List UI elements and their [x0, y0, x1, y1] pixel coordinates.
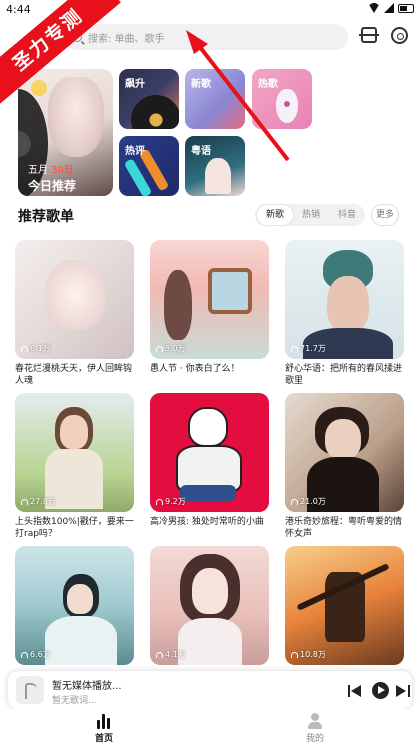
tab-douyin[interactable]: 抖音 [329, 205, 365, 225]
playlist-title: 春花烂漫桃夭天，伊人回眸钩人魂 [15, 364, 133, 386]
playlist-title: 舒心华语：把所有的春风揉进歌里 [285, 364, 403, 386]
playlist-cover: 27.8万 [15, 393, 134, 512]
play-count: 71.7万 [291, 343, 326, 354]
playlist-card[interactable]: 71.7万 舒心华语：把所有的春风揉进歌里 [285, 240, 404, 387]
category-label: 热歌 [258, 79, 278, 90]
playlist-cover: 6.1万 [15, 240, 134, 359]
playlist-card[interactable]: 9.2万 高冷男孩: 独处时常听的小曲 [150, 393, 269, 540]
headphone-icon [291, 345, 298, 352]
play-count: 10.8万 [291, 649, 326, 660]
category-tile-cantonese[interactable]: 粤语 [185, 136, 245, 196]
today-recommend-card[interactable]: 五月 30日 今日推荐 [18, 69, 113, 196]
headphone-icon [21, 498, 28, 505]
play-count: 4.1万 [156, 649, 186, 660]
cover-frame [208, 268, 252, 314]
headphone-icon [156, 498, 163, 505]
playlist-cover: 4.1万 [150, 546, 269, 665]
section-title: 推荐歌单 [18, 209, 74, 225]
today-date: 五月 30日 [28, 165, 74, 176]
playlist-cover: 5.0万 [150, 240, 269, 359]
cover-face [192, 568, 228, 614]
scan-icon[interactable] [359, 27, 379, 43]
category-label: 飙升 [125, 79, 145, 90]
playlist-cover: 6.6万 [15, 546, 134, 665]
cover-body [45, 616, 117, 665]
previous-icon[interactable] [348, 684, 362, 698]
cover-figure [45, 260, 105, 330]
category-label: 新歌 [191, 79, 211, 90]
headphone-icon [21, 345, 28, 352]
bottom-nav: 首页 我的 [0, 709, 420, 747]
playlist-card[interactable]: 27.8万 上头指数100%|戳仔，要来一打rap吗？ [15, 393, 134, 540]
category-tile-hot-comments[interactable]: 热评 [119, 136, 179, 196]
cover-face [67, 584, 93, 614]
nav-label: 首页 [94, 734, 113, 744]
more-button[interactable]: 更多 [371, 204, 399, 226]
equalizer-icon [96, 713, 112, 729]
cover-figure [164, 270, 192, 340]
crown-icon [31, 80, 47, 96]
playlist-title: 上头指数100%|戳仔，要来一打rap吗？ [15, 517, 134, 539]
category-label: 粤语 [191, 146, 211, 157]
cover-face [60, 415, 88, 449]
nav-item-home[interactable]: 首页 [74, 713, 134, 744]
playlist-tabs: 新歌 热销 抖音 [255, 204, 365, 226]
search-placeholder: 搜索: 单曲、歌手 [88, 33, 165, 45]
tab-hot[interactable]: 热销 [293, 205, 329, 225]
signal-icon [384, 3, 394, 13]
play-icon[interactable] [372, 682, 389, 699]
headphone-icon [291, 498, 298, 505]
play-count: 6.1万 [21, 343, 51, 354]
battery-icon [398, 3, 414, 13]
headphone-icon [291, 651, 298, 658]
music-note-icon [16, 676, 44, 704]
playlist-card[interactable]: 6.1万 春花烂漫桃夭天，伊人回眸钩人魂 [15, 240, 134, 387]
play-count: 6.6万 [21, 649, 51, 660]
play-count: 21.0万 [291, 496, 326, 507]
nav-label: 我的 [305, 734, 324, 744]
play-count: 27.8万 [21, 496, 56, 507]
category-label: 热评 [125, 146, 145, 157]
play-count: 5.0万 [156, 343, 186, 354]
nav-item-mine[interactable]: 我的 [285, 713, 345, 744]
user-icon [307, 713, 323, 729]
cover-legs [180, 485, 236, 501]
play-count: 9.2万 [156, 496, 186, 507]
headphone-icon [156, 345, 163, 352]
status-time: 4:44 [6, 3, 31, 16]
gear-icon[interactable] [391, 27, 408, 44]
cover-face [325, 419, 361, 459]
playlist-cover: 71.7万 [285, 240, 404, 359]
cover-figure [205, 158, 231, 194]
headphone-icon [21, 651, 28, 658]
category-tile-soaring[interactable]: 飙升 [119, 69, 179, 129]
cover-body [178, 618, 242, 665]
tab-new[interactable]: 新歌 [257, 205, 293, 225]
today-label: 今日推荐 [28, 179, 77, 193]
cover-image [48, 77, 104, 157]
next-icon[interactable] [396, 684, 410, 698]
player-lyric: 暂无歌词... [52, 696, 97, 706]
playlist-title: 港乐奇妙旅程：粤听粤爱的情怀女声 [285, 517, 403, 539]
search-bar[interactable]: 搜索: 单曲、歌手 [64, 24, 348, 50]
playlist-cover: 10.8万 [285, 546, 404, 665]
mini-player[interactable]: 暂无媒体播放... 暂无歌词... [8, 671, 412, 709]
vinyl-icon [131, 95, 179, 129]
status-icons [368, 3, 414, 13]
cover-face [327, 276, 369, 332]
playlist-title: 高冷男孩: 独处时常听的小曲 [150, 517, 264, 527]
ukulele-icon [276, 89, 298, 123]
category-tile-hot[interactable]: 热歌 [252, 69, 312, 129]
cover-face [188, 407, 228, 447]
playlist-card[interactable]: 5.0万 愚人节 · 你表白了么！ [150, 240, 269, 387]
playlist-card[interactable]: 21.0万 港乐奇妙旅程：粤听粤爱的情怀女声 [285, 393, 404, 540]
playlist-cover: 9.2万 [150, 393, 269, 512]
playlist-title: 愚人节 · 你表白了么！ [150, 364, 240, 374]
playlist-cover: 21.0万 [285, 393, 404, 512]
headphone-icon [156, 651, 163, 658]
player-song-title: 暂无媒体播放... [52, 681, 122, 692]
wifi-icon [368, 3, 380, 13]
category-tile-new[interactable]: 新歌 [185, 69, 245, 129]
